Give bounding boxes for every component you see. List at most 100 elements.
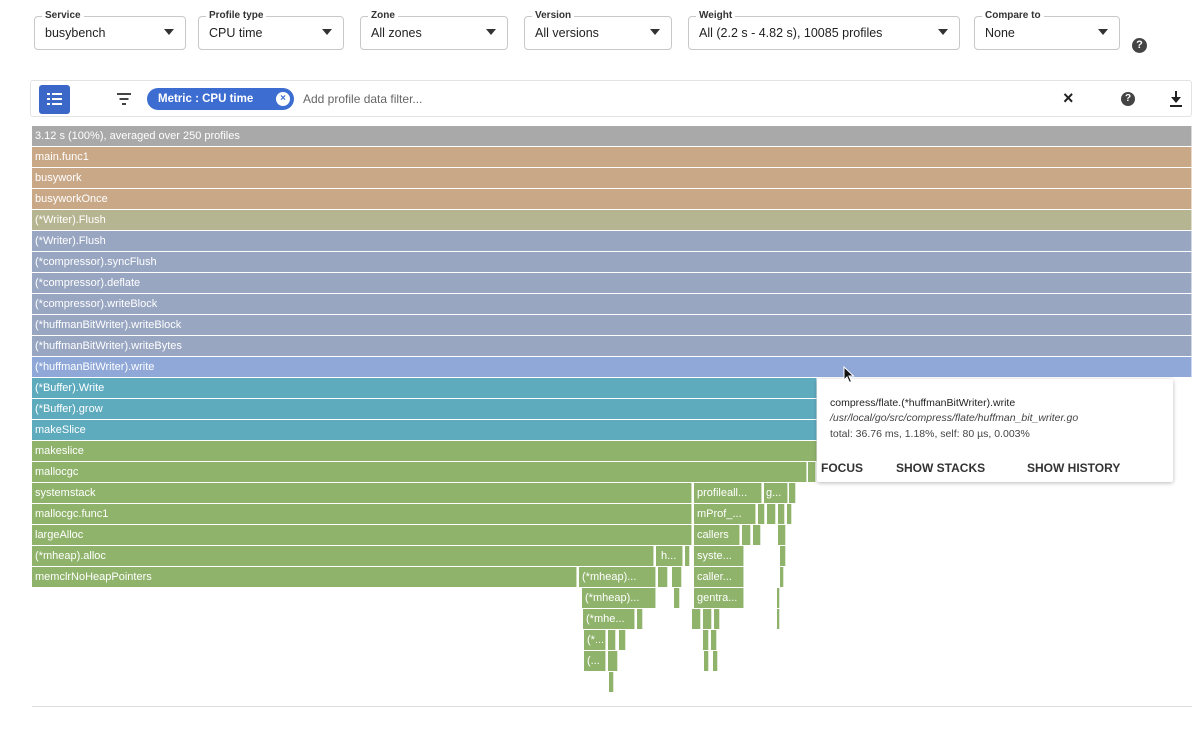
compare-to-select-value: None — [985, 26, 1015, 40]
chip-remove-icon[interactable]: × — [276, 92, 290, 106]
weight-select[interactable]: Weight All (2.2 s - 4.82 s), 10085 profi… — [688, 8, 960, 60]
service-select[interactable]: Service busybench — [34, 8, 186, 60]
flame-frame-stub[interactable] — [674, 588, 680, 608]
flame-frame[interactable]: (*huffmanBitWriter).writeBlock — [32, 315, 1192, 335]
flame-frame-highlighted[interactable]: (*huffmanBitWriter).write — [32, 357, 1192, 377]
chevron-down-icon — [650, 29, 660, 35]
flame-frame[interactable]: (*compressor).writeBlock — [32, 294, 1192, 314]
flame-frame[interactable]: main.func1 — [32, 147, 1192, 167]
flame-frame-stub[interactable] — [777, 609, 780, 629]
flame-frame[interactable]: makeSlice — [32, 420, 817, 440]
compare-to-select[interactable]: Compare to None — [974, 8, 1120, 60]
flame-frame[interactable]: (*Buffer).Write — [32, 378, 817, 398]
flame-frame-stub[interactable] — [787, 504, 792, 524]
flame-frame-stub[interactable] — [780, 546, 786, 566]
flame-frame[interactable]: mallocgc — [32, 462, 807, 482]
flame-frame[interactable]: (*mhe... — [583, 609, 635, 629]
frame-stats: total: 36.76 ms, 1.18%, self: 80 µs, 0.0… — [830, 428, 1030, 440]
flame-frame[interactable]: busywork — [32, 168, 1192, 188]
flame-frame-stub[interactable] — [778, 504, 785, 524]
flame-frame-stub[interactable] — [672, 567, 682, 587]
flame-frame[interactable]: (*mheap)... — [582, 588, 656, 608]
flame-frame-stub[interactable] — [685, 546, 690, 566]
flame-frame-stub[interactable] — [780, 567, 784, 587]
flame-frame-stub[interactable] — [703, 630, 709, 650]
flame-frame[interactable]: callers — [694, 525, 740, 545]
filter-bar: Metric : CPU time × × ? — [30, 80, 1192, 117]
profile-type-select-value: CPU time — [209, 26, 263, 40]
version-select-value: All versions — [535, 26, 599, 40]
bottom-divider — [32, 706, 1192, 707]
profile-type-select[interactable]: Profile type CPU time — [198, 8, 344, 60]
flame-frame-stub[interactable] — [608, 651, 618, 671]
flame-frame[interactable]: (*mheap)... — [579, 567, 656, 587]
flame-frame-stub[interactable] — [704, 651, 709, 671]
flame-frame-stub[interactable] — [619, 630, 626, 650]
flame-frame[interactable]: systemstack — [32, 483, 692, 503]
flame-frame[interactable]: makeslice — [32, 441, 817, 461]
flame-frame-stub[interactable] — [778, 525, 786, 545]
zone-select[interactable]: Zone All zones — [360, 8, 508, 60]
flame-frame[interactable]: g... — [764, 483, 788, 503]
flame-frame[interactable]: (*compressor).deflate — [32, 273, 1192, 293]
flame-frame[interactable]: (*huffmanBitWriter).writeBytes — [32, 336, 1192, 356]
flame-frame-stub[interactable] — [808, 462, 816, 482]
flame-frame-stub[interactable] — [658, 567, 668, 587]
flame-frame-stub[interactable] — [703, 609, 712, 629]
mouse-pointer-icon — [843, 366, 855, 384]
flame-frame-stub[interactable] — [637, 609, 643, 629]
flame-frame[interactable]: (*mheap).alloc — [32, 546, 654, 566]
close-icon[interactable]: × — [1063, 88, 1074, 108]
flame-frame-stub[interactable] — [789, 483, 796, 503]
version-select[interactable]: Version All versions — [524, 8, 672, 60]
show-stacks-button[interactable]: SHOW STACKS — [896, 461, 985, 475]
flame-root-frame[interactable]: 3.12 s (100%), averaged over 250 profile… — [32, 126, 1192, 146]
flame-frame-stub[interactable] — [777, 588, 780, 608]
profile-filter-input[interactable] — [303, 90, 863, 108]
version-select-label: Version — [532, 8, 575, 24]
help-icon[interactable]: ? — [1132, 38, 1147, 53]
flame-frame-stub[interactable] — [758, 504, 765, 524]
list-view-button[interactable] — [39, 85, 70, 114]
download-icon[interactable] — [1169, 88, 1183, 108]
flame-frame[interactable]: (*Buffer).grow — [32, 399, 817, 419]
flame-frame[interactable]: busyworkOnce — [32, 189, 1192, 209]
flame-frame[interactable]: profileall... — [694, 483, 762, 503]
show-history-button[interactable]: SHOW HISTORY — [1027, 461, 1120, 475]
chevron-down-icon — [164, 29, 174, 35]
flame-frame[interactable]: largeAlloc — [32, 525, 692, 545]
flame-frame-stub[interactable] — [714, 609, 720, 629]
flame-frame-stub[interactable] — [753, 525, 761, 545]
flame-frame[interactable]: gentra... — [694, 588, 744, 608]
filter-icon[interactable] — [117, 93, 131, 105]
flame-frame-stub[interactable] — [742, 525, 751, 545]
flame-frame[interactable]: (*... — [584, 630, 606, 650]
flame-frame-stub[interactable] — [713, 651, 718, 671]
flame-frame-stub[interactable] — [608, 630, 616, 650]
flame-frame[interactable]: h... — [656, 546, 683, 566]
help-icon[interactable]: ? — [1121, 92, 1135, 106]
flame-frame-stub[interactable] — [711, 630, 717, 650]
flame-frame[interactable]: memclrNoHeapPointers — [32, 567, 577, 587]
flame-frame[interactable]: (*Writer).Flush — [32, 231, 1192, 251]
metric-filter-chip[interactable]: Metric : CPU time × — [147, 88, 294, 110]
flame-frame[interactable]: syste... — [694, 546, 744, 566]
flame-frame-stub[interactable] — [609, 672, 614, 692]
focus-button[interactable]: FOCUS — [821, 461, 863, 475]
service-select-value: busybench — [45, 26, 106, 40]
flame-frame[interactable]: caller... — [694, 567, 744, 587]
flame-frame[interactable]: (... — [584, 651, 606, 671]
flame-frame[interactable]: mProf_... — [694, 504, 756, 524]
frame-details-card: compress/flate.(*huffmanBitWriter).write… — [817, 379, 1173, 482]
service-select-label: Service — [42, 8, 84, 24]
flame-frame[interactable]: mallocgc.func1 — [32, 504, 692, 524]
flame-frame[interactable]: (*Writer).Flush — [32, 210, 1192, 230]
zone-select-label: Zone — [368, 8, 398, 24]
flame-frame[interactable]: (*compressor).syncFlush — [32, 252, 1192, 272]
profile-type-select-label: Profile type — [206, 8, 267, 24]
chevron-down-icon — [1098, 29, 1108, 35]
compare-to-select-label: Compare to — [982, 8, 1044, 24]
flame-frame-stub[interactable] — [692, 609, 701, 629]
profile-selectors: Service busybench Profile type CPU time … — [0, 0, 1199, 80]
flame-frame-stub[interactable] — [767, 504, 776, 524]
